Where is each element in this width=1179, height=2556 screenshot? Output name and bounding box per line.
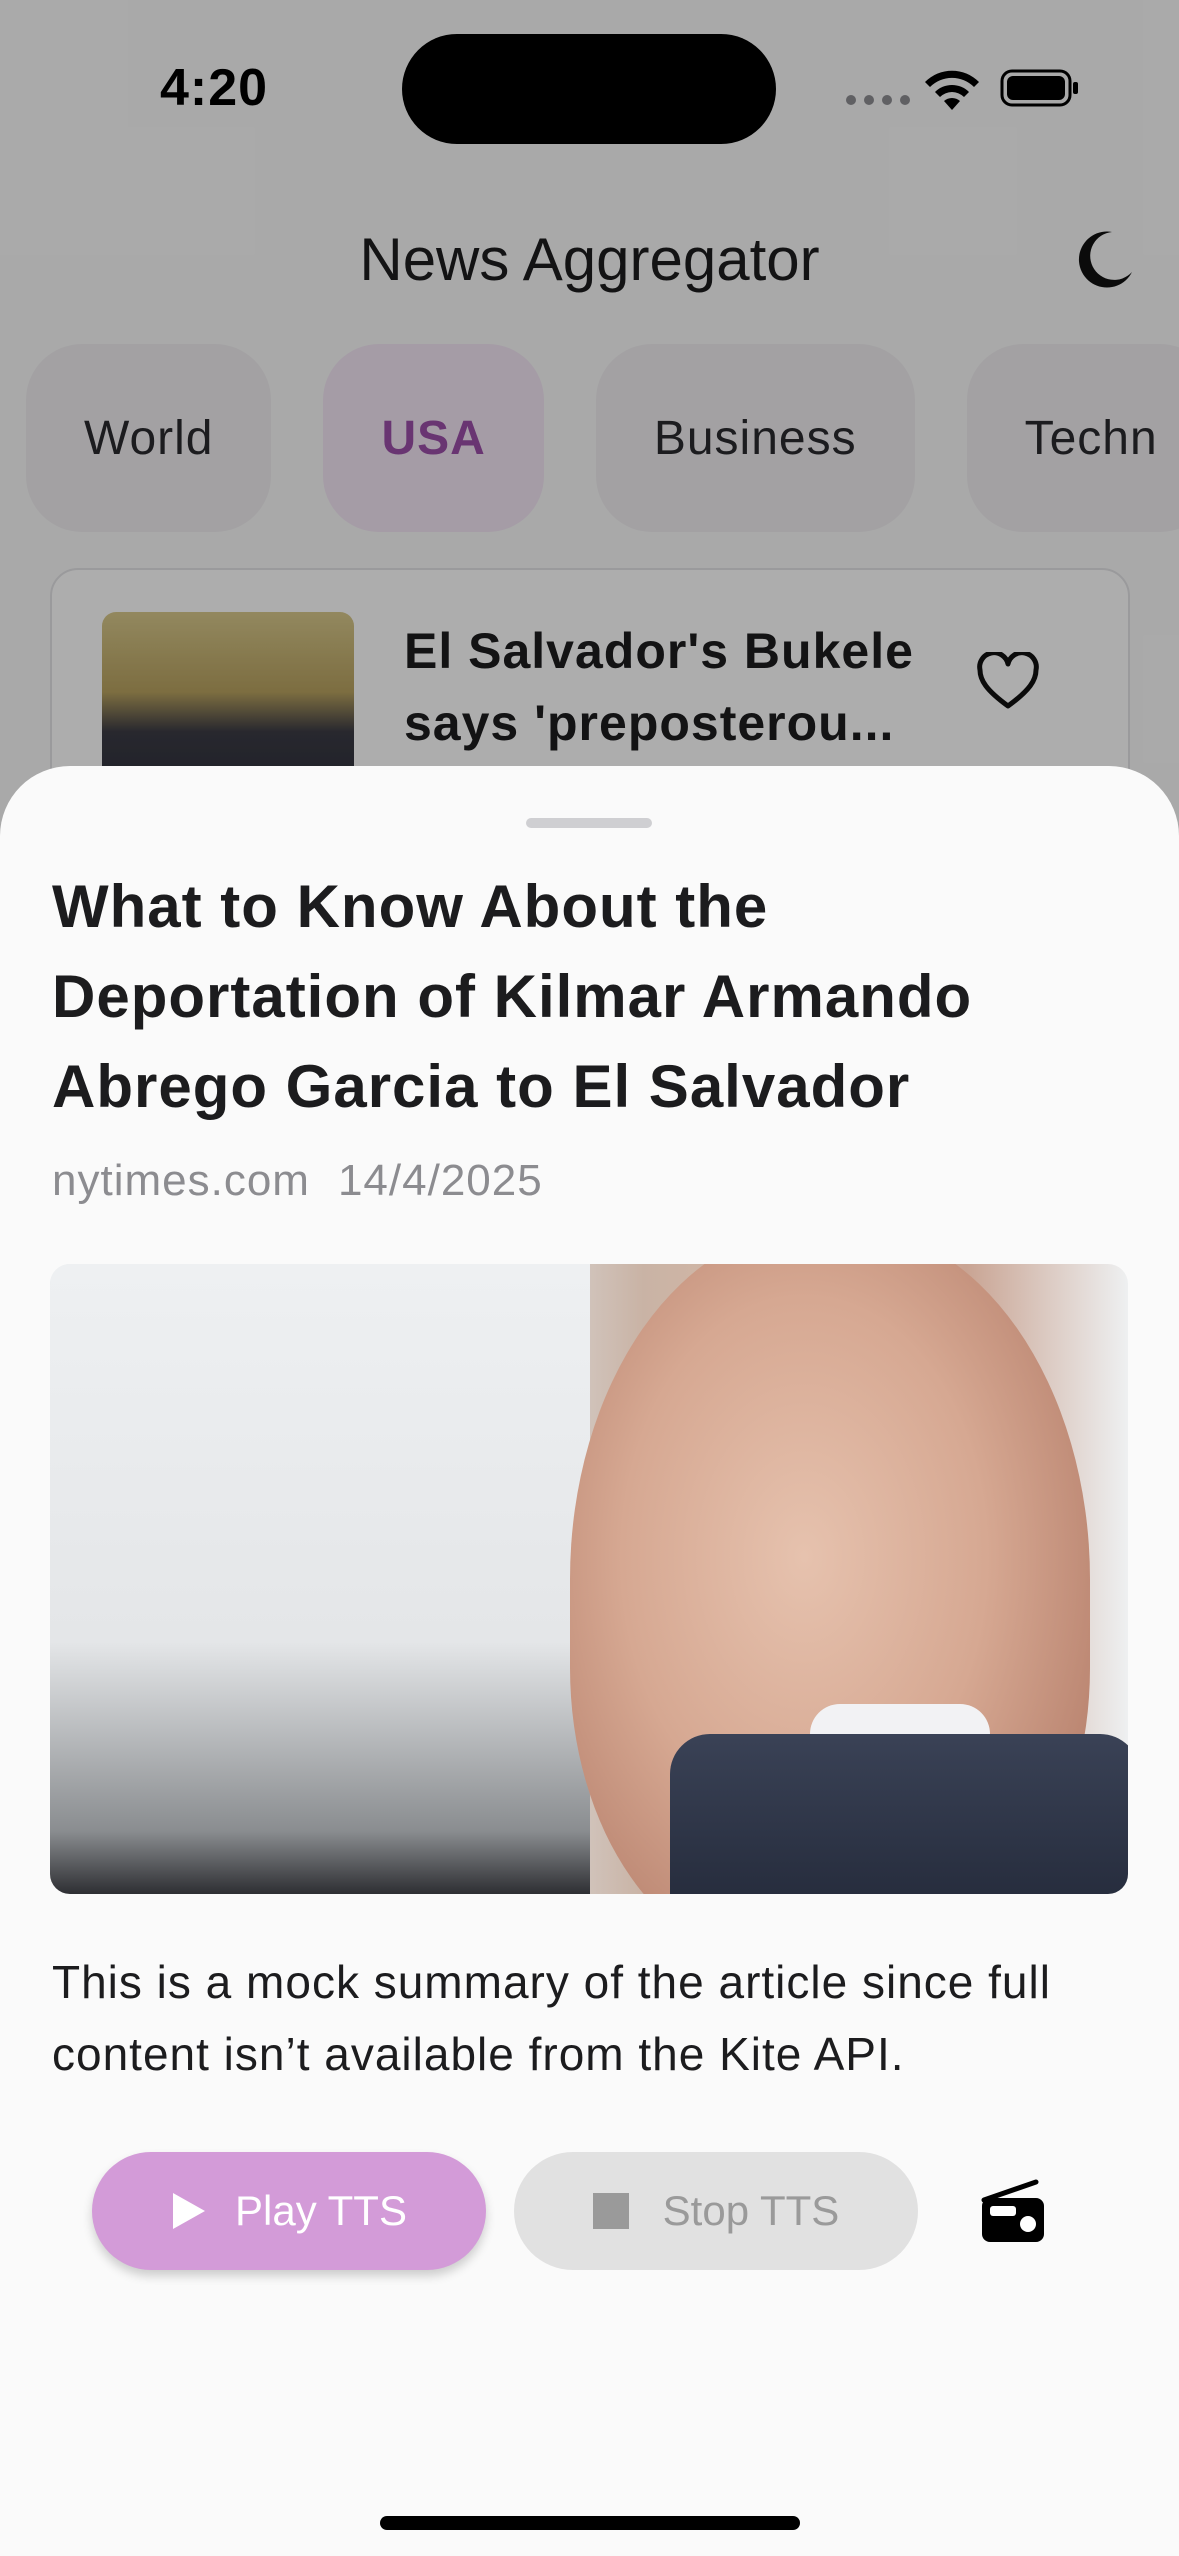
article-summary: This is a mock summary of the article si… bbox=[52, 1956, 1051, 2080]
play-tts-button[interactable]: Play TTS bbox=[92, 2152, 486, 2270]
article-date: 14/4/2025 bbox=[337, 1156, 543, 1205]
play-tts-label: Play TTS bbox=[235, 2187, 407, 2234]
article-bottom-sheet: What to Know About the Deportation of Ki… bbox=[0, 766, 1179, 2556]
stop-tts-label: Stop TTS bbox=[662, 2187, 840, 2234]
home-indicator[interactable] bbox=[380, 2516, 800, 2530]
stop-tts-button[interactable]: Stop TTS bbox=[514, 2152, 918, 2270]
sheet-title: What to Know About the Deportation of Ki… bbox=[52, 873, 973, 1120]
play-icon bbox=[173, 2193, 206, 2229]
article-image bbox=[50, 1264, 1128, 1894]
screen: 4:20 News Aggregator World USA Business … bbox=[0, 0, 1179, 2556]
drag-handle[interactable] bbox=[526, 818, 652, 828]
article-source: nytimes.com bbox=[52, 1156, 310, 1205]
article-meta: nytimes.com 14/4/2025 bbox=[52, 1156, 543, 1206]
radio-icon[interactable] bbox=[978, 2176, 1048, 2246]
stop-icon bbox=[592, 2193, 629, 2229]
